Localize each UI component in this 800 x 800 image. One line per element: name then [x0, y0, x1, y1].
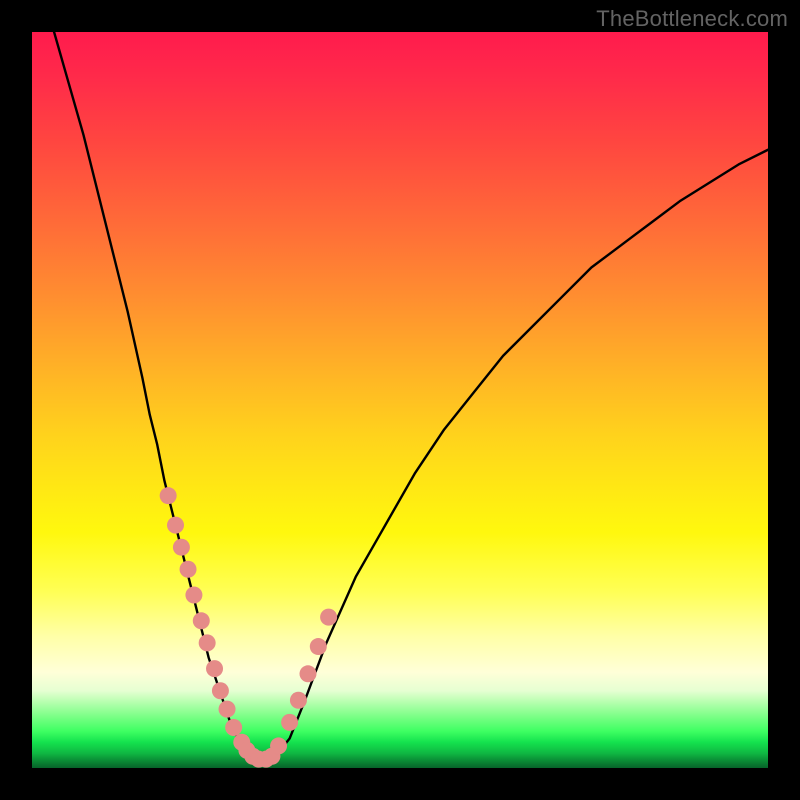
curve-marker	[270, 737, 287, 754]
curve-markers	[160, 487, 337, 767]
curve-marker	[167, 517, 184, 534]
curve-marker	[300, 665, 317, 682]
curve-marker	[290, 692, 307, 709]
outer-frame: TheBottleneck.com	[0, 0, 800, 800]
curve-marker	[320, 609, 337, 626]
curve-marker	[173, 539, 190, 556]
curve-marker	[160, 487, 177, 504]
watermark-text: TheBottleneck.com	[596, 6, 788, 32]
chart-svg	[32, 32, 768, 768]
curve-marker	[180, 561, 197, 578]
bottleneck-curve	[54, 32, 768, 761]
plot-area	[32, 32, 768, 768]
curve-marker	[193, 612, 210, 629]
curve-marker	[310, 638, 327, 655]
curve-marker	[212, 682, 229, 699]
curve-marker	[281, 714, 298, 731]
curve-marker	[219, 701, 236, 718]
curve-marker	[185, 587, 202, 604]
curve-marker	[225, 719, 242, 736]
curve-marker	[206, 660, 223, 677]
curve-marker	[199, 634, 216, 651]
